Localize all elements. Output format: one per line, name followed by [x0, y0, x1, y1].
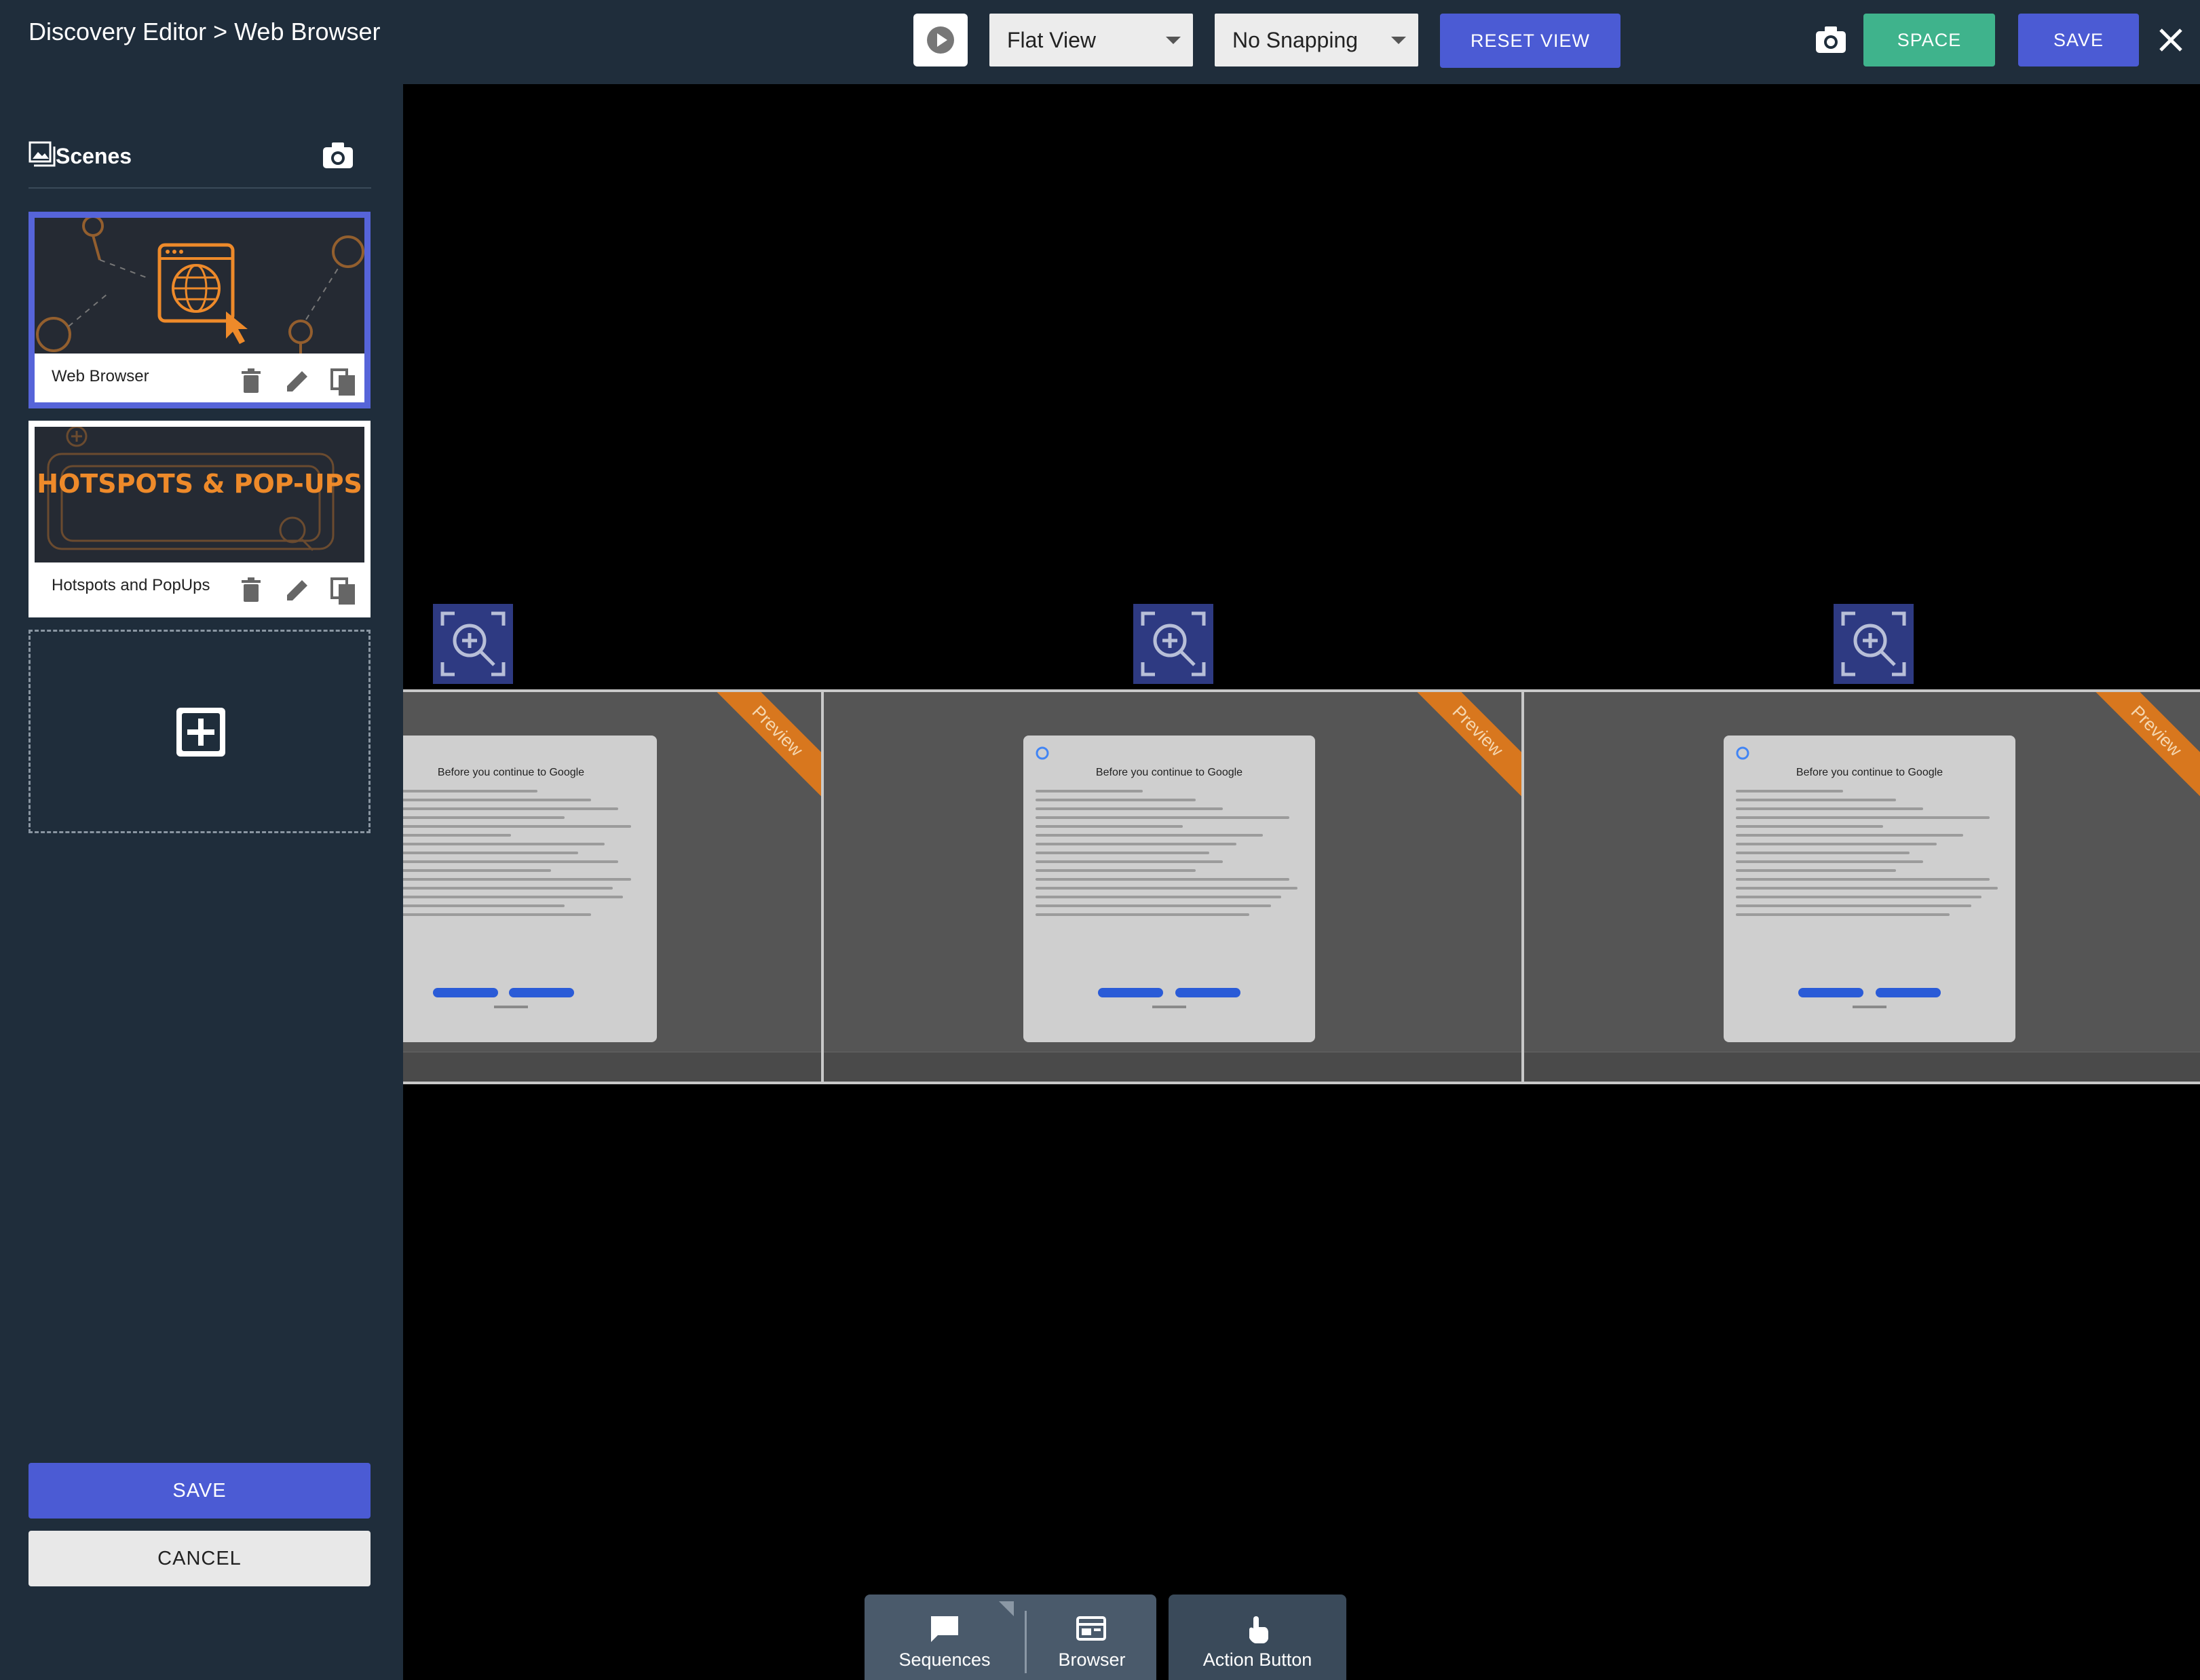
scene-card-web-browser[interactable]: Web Browser [29, 212, 371, 408]
duplicate-icon[interactable] [328, 366, 359, 397]
play-button[interactable] [913, 14, 968, 66]
close-icon[interactable] [2155, 22, 2186, 57]
web-browser-illustration [36, 218, 364, 354]
play-icon [927, 26, 954, 54]
consent-dialog: Before you continue to Google [403, 736, 657, 1042]
touch-hand-icon [1249, 1616, 1268, 1643]
browser-panel[interactable]: Before you continue to Google Preview [824, 692, 1521, 1082]
camera-icon[interactable] [322, 141, 354, 170]
scene-thumbnail: HOTSPOTS & POP-UPS [35, 427, 364, 562]
view-mode-value: Flat View [1007, 27, 1097, 52]
reject-all-button [433, 988, 498, 997]
browser-footer [1524, 1052, 2200, 1082]
hotspots-thumb-text: HOTSPOTS & POP-UPS [37, 469, 362, 499]
chevron-down-icon [1166, 37, 1181, 44]
chevron-down-icon [1391, 37, 1406, 44]
dialog-title: Before you continue to Google [437, 767, 585, 778]
edit-icon[interactable] [282, 366, 313, 397]
accept-all-button [1175, 988, 1240, 997]
sidebar-cancel-button[interactable]: CANCEL [29, 1531, 371, 1586]
sequences-label: Sequences [898, 1649, 991, 1670]
breadcrumb: Discovery Editor > Web Browser [29, 18, 381, 45]
scene-card-hotspots[interactable]: HOTSPOTS & POP-UPS Hotspots and PopUps [29, 421, 371, 617]
zoom-to-fit-button[interactable] [433, 604, 513, 684]
accept-all-button [1876, 988, 1941, 997]
dialog-title: Before you continue to Google [1095, 767, 1243, 778]
edit-icon[interactable] [282, 575, 313, 606]
save-button[interactable]: SAVE [2018, 14, 2139, 66]
preview-ribbon: Preview [708, 692, 821, 800]
browser-footer [403, 1052, 821, 1082]
snapping-select[interactable]: No Snapping [1215, 14, 1418, 66]
zoom-in-icon [440, 611, 506, 676]
gallery-icon [29, 141, 56, 167]
browser-tool[interactable]: Browser [1027, 1595, 1156, 1680]
preview-ribbon: Preview [2087, 692, 2200, 800]
browser-footer [824, 1052, 1521, 1082]
zoom-to-fit-button[interactable] [1834, 604, 1914, 684]
reject-all-button [1098, 988, 1163, 997]
duplicate-icon[interactable] [328, 575, 359, 606]
zoom-in-icon [1841, 611, 1906, 676]
scenes-title: Scenes [56, 144, 132, 168]
panorama-strip[interactable]: Before you continue to Google Preview Be [403, 689, 2200, 1084]
google-icon [1736, 746, 1749, 760]
browser-panel[interactable]: Before you continue to Google Preview [1524, 692, 2200, 1082]
chat-bubble-icon [931, 1616, 958, 1642]
zoom-to-fit-button[interactable] [1133, 604, 1213, 684]
scenes-header: Scenes [29, 128, 371, 189]
scene-name: Hotspots and PopUps [52, 576, 210, 594]
expand-corner-icon [999, 1601, 1014, 1616]
add-box-icon [176, 708, 225, 757]
toolbar-divider [1025, 1611, 1027, 1673]
action-button-tool[interactable]: Action Button [1169, 1595, 1346, 1680]
accept-all-button [509, 988, 574, 997]
scene-thumbnail [35, 218, 364, 354]
zoom-in-icon [1141, 611, 1206, 676]
delete-icon[interactable] [235, 366, 267, 397]
bottom-toolbar-group: Sequences Browser [865, 1595, 1156, 1680]
snapping-value: No Snapping [1232, 27, 1359, 52]
action-button-label: Action Button [1202, 1649, 1312, 1670]
consent-dialog: Before you continue to Google [1724, 736, 2015, 1042]
view-mode-select[interactable]: Flat View [989, 14, 1193, 66]
consent-dialog: Before you continue to Google [1023, 736, 1315, 1042]
browser-label: Browser [1058, 1649, 1126, 1670]
delete-icon[interactable] [235, 575, 267, 606]
dialog-title: Before you continue to Google [1796, 767, 1943, 778]
top-bar: Discovery Editor > Web Browser Flat View… [0, 0, 2200, 84]
browser-window-icon [1076, 1616, 1106, 1641]
scene-name: Web Browser [52, 367, 149, 385]
add-scene-button[interactable] [29, 630, 371, 833]
reject-all-button [1798, 988, 1863, 997]
preview-ribbon: Preview [1409, 692, 1521, 800]
scene-canvas[interactable]: Before you continue to Google Preview Be [403, 84, 2200, 1680]
scenes-sidebar: Scenes Web Browser HOTSPOTS & POP-UPS Ho… [0, 84, 403, 1680]
space-button[interactable]: SPACE [1863, 14, 1995, 66]
camera-icon[interactable] [1815, 24, 1847, 54]
reset-view-button[interactable]: RESET VIEW [1440, 14, 1620, 68]
sidebar-save-button[interactable]: SAVE [29, 1463, 371, 1519]
browser-panel[interactable]: Before you continue to Google Preview [403, 692, 821, 1082]
google-icon [1036, 746, 1049, 760]
